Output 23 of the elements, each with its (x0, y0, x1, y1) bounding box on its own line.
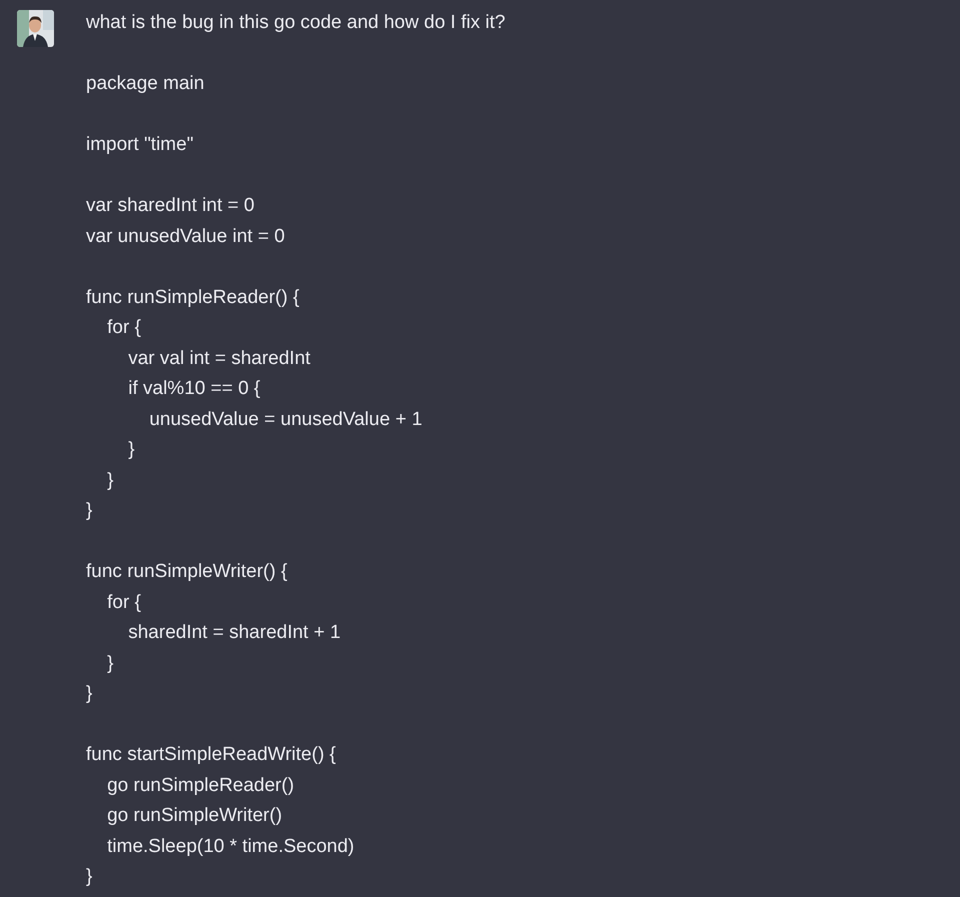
code-line: func runSimpleWriter() { (86, 560, 288, 584)
code-line: unusedValue = unusedValue + 1 (148, 408, 424, 432)
code-line: sharedInt = sharedInt + 1 (127, 621, 342, 645)
code-line: func runSimpleReader() { (86, 286, 300, 310)
code-line: } (86, 682, 94, 706)
code-line: } (86, 499, 94, 523)
code-line: package main (86, 72, 206, 96)
code-line: for { (106, 316, 142, 340)
code-line: go runSimpleReader() (106, 774, 296, 798)
code-line: import "time" (86, 133, 194, 157)
message-text: what is the bug in this go code and how do I fix it? (86, 11, 506, 35)
code-line: } (127, 438, 136, 462)
code-line: } (86, 865, 94, 889)
code-line: } (106, 652, 114, 676)
code-line: for { (106, 590, 142, 614)
code-line: func startSimpleReadWrite() { (86, 743, 337, 767)
code-line: } (106, 468, 114, 492)
code-line: time.Sleep(10 * time.Second) (106, 834, 356, 858)
code-line: if val%10 == 0 { (127, 377, 262, 401)
code-line: var sharedInt int = 0 (86, 194, 256, 218)
code-line: go runSimpleWriter() (106, 804, 284, 828)
code-line: var val int = sharedInt (127, 346, 312, 370)
code-line: var unusedValue int = 0 (86, 224, 286, 248)
